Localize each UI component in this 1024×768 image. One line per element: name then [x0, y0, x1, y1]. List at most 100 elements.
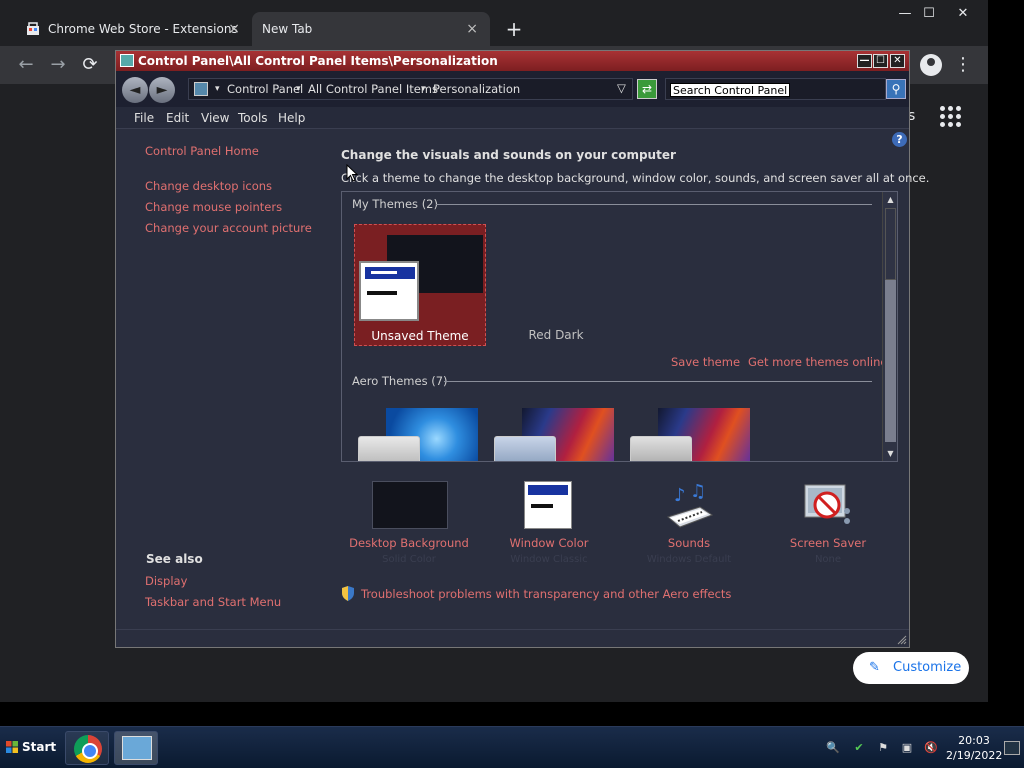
desktop-background-label: Desktop Background	[349, 536, 469, 550]
new-tab-button[interactable]: +	[502, 16, 526, 42]
tray-flag-icon[interactable]: ⚑	[876, 741, 890, 755]
profile-avatar-icon[interactable]	[920, 54, 942, 76]
customize-button[interactable]: ✎ Customize	[853, 652, 969, 684]
clock-time: 20:03	[958, 734, 990, 747]
search-placeholder: Search Control Panel	[670, 83, 791, 97]
taskbar-start-menu-link[interactable]: Taskbar and Start Menu	[145, 595, 281, 609]
aero-themes-group-label[interactable]: Aero Themes (7)	[352, 374, 448, 388]
clock-date: 2/19/2022	[946, 749, 1003, 762]
windows-logo-icon	[6, 741, 18, 753]
desktop-background-sublabel: Solid Color	[382, 554, 436, 565]
troubleshoot-link[interactable]: Troubleshoot problems with transparency …	[361, 587, 731, 601]
page-heading: Change the visuals and sounds on your co…	[341, 148, 676, 162]
desktop-background-icon	[372, 481, 448, 529]
tab-title: Chrome Web Store - Extensions	[48, 22, 238, 36]
theme-name: Unsaved Theme	[371, 329, 469, 343]
tray-check-icon[interactable]: ✔	[852, 741, 866, 755]
tray-volume-muted-icon[interactable]: 🔇	[924, 741, 938, 755]
start-label: Start	[22, 740, 57, 754]
save-theme-link[interactable]: Save theme	[671, 355, 740, 369]
help-icon[interactable]: ?	[892, 132, 907, 147]
window-minimize-button[interactable]: —	[892, 4, 918, 24]
mouse-cursor-icon	[346, 164, 358, 182]
change-mouse-pointers-link[interactable]: Change mouse pointers	[145, 200, 282, 214]
svg-text:♫: ♫	[690, 481, 706, 502]
tab-chrome-web-store[interactable]: Chrome Web Store - Extensions ×	[12, 12, 252, 46]
window-maximize-button[interactable]: ☐	[916, 4, 942, 24]
taskbar-chrome-button[interactable]	[65, 731, 109, 765]
shield-icon	[342, 586, 354, 601]
tab-close-icon[interactable]: ×	[228, 12, 240, 46]
forward-button[interactable]: →	[47, 54, 69, 76]
breadcrumb-all-items[interactable]: All Control Panel Items	[308, 82, 438, 96]
taskbar: Start 🔍 ✔ ⚑ ▣ 🔇 20:03 2/19/2022	[0, 726, 1024, 768]
address-toolbar: ◄ ► ▾ Control Panel ▾ All Control Panel …	[116, 71, 909, 107]
screen-saver-icon	[804, 484, 850, 524]
my-themes-group-label[interactable]: My Themes (2)	[352, 197, 438, 211]
group-divider	[444, 381, 872, 382]
screen-saver-label: Screen Saver	[789, 536, 867, 550]
theme-list-scrollbar[interactable]: ▲ ▼	[882, 192, 897, 461]
taskbar-clock[interactable]: 20:03 2/19/2022	[946, 733, 1002, 763]
forward-arrow-button[interactable]: ►	[149, 77, 175, 103]
tab-close-icon[interactable]: ×	[466, 12, 478, 46]
page-description: Click a theme to change the desktop back…	[341, 171, 930, 185]
control-panel-home-link[interactable]: Control Panel Home	[145, 144, 259, 158]
refresh-icon[interactable]: ⇄	[637, 79, 657, 99]
tab-new-tab[interactable]: New Tab ×	[252, 12, 490, 46]
breadcrumb-personalization[interactable]: Personalization	[433, 82, 520, 96]
scroll-thumb[interactable]	[885, 280, 896, 442]
sounds-label: Sounds	[667, 536, 711, 550]
back-arrow-button[interactable]: ◄	[122, 77, 148, 103]
change-account-picture-link[interactable]: Change your account picture	[145, 221, 312, 235]
change-desktop-icons-link[interactable]: Change desktop icons	[145, 179, 272, 193]
taskbar-control-panel-button[interactable]	[114, 731, 158, 765]
window-color-label: Window Color	[509, 536, 589, 550]
scroll-up-icon[interactable]: ▲	[883, 192, 897, 207]
get-more-themes-link[interactable]: Get more themes online	[748, 355, 887, 369]
aero-theme-2[interactable]	[494, 408, 616, 461]
cp-close-button[interactable]: ✕	[890, 54, 905, 68]
control-panel-icon	[120, 54, 134, 67]
reload-button[interactable]: ⟳	[79, 54, 101, 76]
menu-view[interactable]: View	[201, 111, 229, 125]
window-close-button[interactable]: ✕	[950, 4, 976, 24]
control-panel-window: Control Panel\All Control Panel Items\Pe…	[115, 50, 929, 648]
group-divider	[436, 204, 872, 205]
tray-search-icon[interactable]: 🔍	[826, 741, 840, 755]
start-button[interactable]: Start	[2, 733, 58, 761]
back-button[interactable]: ←	[15, 54, 37, 76]
menu-edit[interactable]: Edit	[166, 111, 189, 125]
tab-title: New Tab	[262, 22, 313, 36]
aero-theme-3[interactable]	[630, 408, 752, 461]
scroll-down-icon[interactable]: ▼	[883, 446, 897, 461]
window-color-sublabel: Window Classic	[510, 554, 588, 565]
breadcrumb-separator-icon[interactable]: ▾	[421, 84, 426, 94]
address-bar[interactable]: ▾ Control Panel ▾ All Control Panel Item…	[188, 78, 633, 100]
search-icon[interactable]: ⚲	[886, 79, 906, 99]
breadcrumb-separator-icon[interactable]: ▾	[215, 84, 220, 94]
menu-file[interactable]: File	[134, 111, 154, 125]
tray-network-icon[interactable]: ▣	[900, 741, 914, 755]
aero-theme-windows-7[interactable]	[358, 408, 480, 461]
status-bar	[116, 629, 909, 647]
display-link[interactable]: Display	[145, 574, 187, 588]
cp-minimize-button[interactable]: —	[857, 54, 872, 68]
control-panel-titlebar[interactable]: Control Panel\All Control Panel Items\Pe…	[116, 51, 909, 71]
google-apps-icon[interactable]	[940, 106, 962, 128]
resize-grip-icon[interactable]	[897, 635, 907, 645]
menu-tools[interactable]: Tools	[238, 111, 268, 125]
pencil-icon: ✎	[869, 660, 880, 675]
theme-red-dark[interactable]: Red Dark	[504, 328, 608, 342]
show-desktop-button[interactable]	[1004, 741, 1020, 755]
address-dropdown-icon[interactable]: ▽	[617, 81, 626, 95]
scroll-track[interactable]	[885, 208, 896, 280]
chrome-logo-icon	[74, 735, 102, 763]
menu-help[interactable]: Help	[278, 111, 305, 125]
search-input[interactable]: Search Control Panel	[665, 78, 886, 100]
cp-maximize-button[interactable]: ☐	[873, 54, 888, 68]
chrome-menu-button[interactable]: ⋮	[954, 54, 972, 76]
theme-unsaved[interactable]: Unsaved Theme	[354, 224, 486, 346]
breadcrumb-control-panel[interactable]: Control Panel	[227, 82, 303, 96]
breadcrumb-separator-icon[interactable]: ▾	[296, 84, 301, 94]
